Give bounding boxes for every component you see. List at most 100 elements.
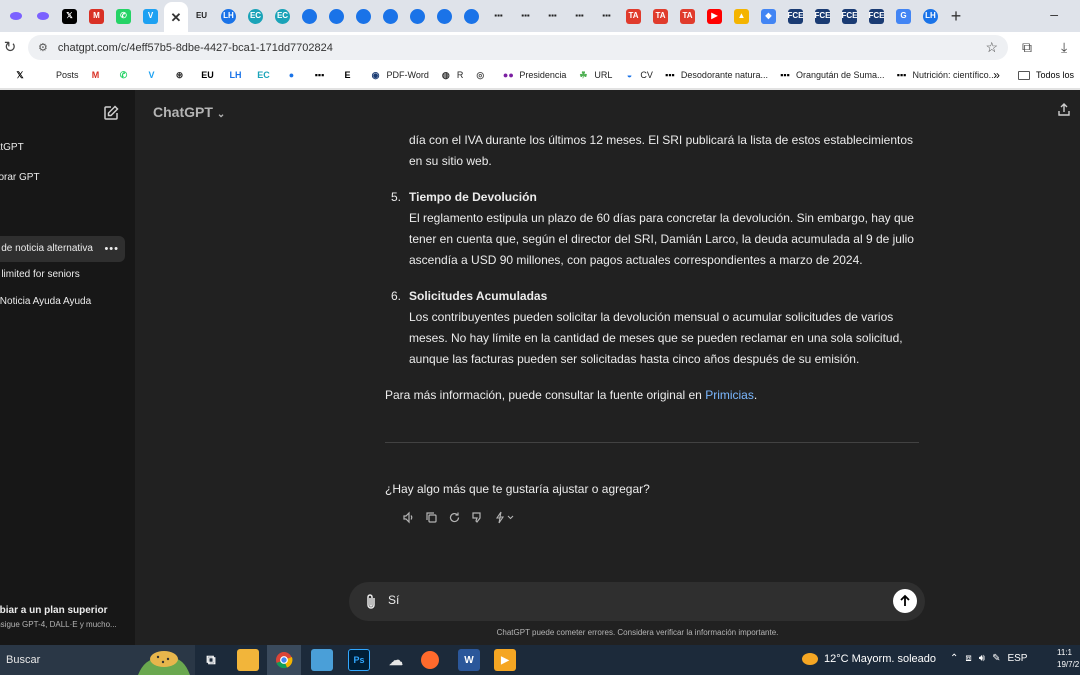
browser-tab[interactable]: EC: [242, 3, 269, 29]
send-button[interactable]: [893, 589, 917, 613]
browser-tab[interactable]: FCE: [863, 3, 890, 29]
pen-icon[interactable]: ✎: [992, 653, 1000, 664]
bookmark-item[interactable]: 𝕏: [14, 69, 31, 81]
bookmark-item[interactable]: ▪▪▪ Orangután de Suma...: [779, 69, 884, 81]
history-item[interactable]: Ford limited for seniors: [0, 269, 125, 280]
weather-widget[interactable]: 12°C Mayorm. soleado: [802, 653, 936, 665]
thumbs-down-icon[interactable]: [470, 510, 485, 525]
address-bar[interactable]: ⚙ chatgpt.com/c/4eff57b5-8dbe-4427-bca1-…: [28, 35, 1008, 60]
bookmark-item[interactable]: ▪▪▪ Desodorante natura...: [664, 69, 768, 81]
browser-tab[interactable]: TA: [647, 3, 674, 29]
source-link[interactable]: Primicias: [705, 388, 754, 402]
language-indicator[interactable]: ESP: [1007, 653, 1027, 664]
model-selector[interactable]: ChatGPT ⌄: [153, 104, 225, 120]
bookmark-item[interactable]: ◍ R: [440, 69, 463, 81]
browser-tab[interactable]: FCE: [782, 3, 809, 29]
message-input[interactable]: Sí: [388, 593, 399, 607]
message-composer[interactable]: Sí: [349, 582, 925, 621]
browser-tab[interactable]: 𝕏: [56, 3, 83, 29]
chrome-icon[interactable]: [267, 645, 301, 675]
browser-tab[interactable]: [458, 3, 485, 29]
task-view-icon[interactable]: ⧉: [200, 649, 222, 671]
file-explorer-icon[interactable]: [237, 649, 259, 671]
bookmark-item[interactable]: ●● Presidencia: [502, 69, 566, 81]
bookmark-item[interactable]: EC: [257, 69, 275, 81]
app-icon[interactable]: [311, 649, 333, 671]
bookmark-item[interactable]: EU: [201, 69, 219, 81]
browser-tab[interactable]: ◆: [755, 3, 782, 29]
browser-tab[interactable]: [323, 3, 350, 29]
browser-tab[interactable]: EU: [188, 3, 215, 29]
browser-tab[interactable]: [377, 3, 404, 29]
bookmark-item[interactable]: M: [90, 69, 107, 81]
clock[interactable]: 11:1 19/7/2: [1057, 647, 1079, 671]
volume-icon[interactable]: 🔊︎: [979, 653, 985, 664]
history-item-active[interactable]: Cambio de noticia alternativa •••: [0, 236, 125, 262]
browser-tab[interactable]: [431, 3, 458, 29]
photoshop-icon[interactable]: Ps: [348, 649, 370, 671]
attach-icon[interactable]: [363, 593, 379, 611]
bookmark-item[interactable]: ◉ PDF-Word: [370, 69, 429, 81]
taskbar-search[interactable]: Buscar: [0, 645, 195, 675]
extensions-icon[interactable]: ⧉: [1022, 39, 1032, 56]
bookmark-item[interactable]: ●: [286, 69, 303, 81]
bookmark-item[interactable]: ▪▪▪: [314, 69, 331, 81]
close-icon[interactable]: ✕: [169, 10, 184, 25]
copy-icon[interactable]: [424, 510, 439, 525]
browser-tab[interactable]: EC: [269, 3, 296, 29]
minimize-icon[interactable]: –: [1050, 6, 1058, 22]
browser-tab[interactable]: ▪▪▪: [539, 3, 566, 29]
download-icon[interactable]: ⤓: [1061, 39, 1067, 56]
bookmark-item[interactable]: V: [146, 69, 163, 81]
browser-tab[interactable]: LH: [215, 3, 242, 29]
browser-tab[interactable]: ▪▪▪: [485, 3, 512, 29]
bookmark-item[interactable]: E: [342, 69, 359, 81]
more-options-icon[interactable]: •••: [104, 236, 119, 262]
browser-tab[interactable]: ▲: [728, 3, 755, 29]
app-icon[interactable]: ☁: [385, 649, 407, 671]
new-tab-button[interactable]: +: [944, 3, 968, 29]
bookmark-item[interactable]: ▪▪▪ Nutrición: científico...: [896, 69, 996, 81]
browser-tab[interactable]: FCE: [809, 3, 836, 29]
browser-tab[interactable]: TA: [620, 3, 647, 29]
sidebar-item-chatgpt[interactable]: ChatGPT: [0, 142, 121, 153]
bookmark-item[interactable]: ◒ CV: [623, 69, 653, 81]
bookmark-item[interactable]: ⊛: [174, 69, 191, 81]
share-icon[interactable]: [1056, 102, 1072, 118]
brave-icon[interactable]: [421, 651, 439, 669]
chevron-up-icon[interactable]: ⌃: [950, 653, 958, 664]
bookmark-item[interactable]: Posts: [56, 70, 79, 80]
browser-tab[interactable]: [404, 3, 431, 29]
browser-tab[interactable]: V: [137, 3, 164, 29]
bookmarks-overflow-icon[interactable]: »: [993, 68, 1000, 82]
browser-tab[interactable]: ▪▪▪: [593, 3, 620, 29]
browser-tab[interactable]: FCE: [836, 3, 863, 29]
browser-tab[interactable]: M: [83, 3, 110, 29]
browser-tab[interactable]: G: [890, 3, 917, 29]
model-switch-icon[interactable]: [493, 510, 517, 525]
browser-tab[interactable]: [29, 3, 56, 29]
regenerate-icon[interactable]: [447, 510, 462, 525]
upgrade-plan[interactable]: Cambiar a un plan superior Consigue GPT-…: [0, 605, 117, 629]
bookmark-item[interactable]: LH: [230, 69, 247, 81]
sidebar-item-explore[interactable]: Explorar GPT: [0, 172, 121, 183]
browser-tab[interactable]: [296, 3, 323, 29]
site-info-icon[interactable]: ⚙: [38, 41, 48, 54]
display-icon[interactable]: ⧈: [965, 653, 971, 664]
history-item[interactable]: Resultado Noticia Ayuda Ayuda: [0, 296, 125, 307]
browser-tab[interactable]: ✕: [164, 2, 188, 32]
read-aloud-icon[interactable]: [401, 510, 416, 525]
browser-tab[interactable]: [350, 3, 377, 29]
bookmark-item[interactable]: ✆: [118, 69, 135, 81]
word-icon[interactable]: W: [458, 649, 480, 671]
reload-icon[interactable]: ↻: [0, 38, 20, 56]
all-bookmarks-link[interactable]: Todos los: [1036, 70, 1074, 80]
browser-tab[interactable]: ▶: [701, 3, 728, 29]
browser-tab[interactable]: [2, 3, 29, 29]
new-chat-icon[interactable]: [102, 104, 120, 122]
media-player-icon[interactable]: ▶: [494, 649, 516, 671]
bookmark-item[interactable]: ◎: [474, 69, 491, 81]
browser-tab[interactable]: ▪▪▪: [512, 3, 539, 29]
bookmark-item[interactable]: ☘ URL: [577, 69, 612, 81]
browser-tab[interactable]: ▪▪▪: [566, 3, 593, 29]
